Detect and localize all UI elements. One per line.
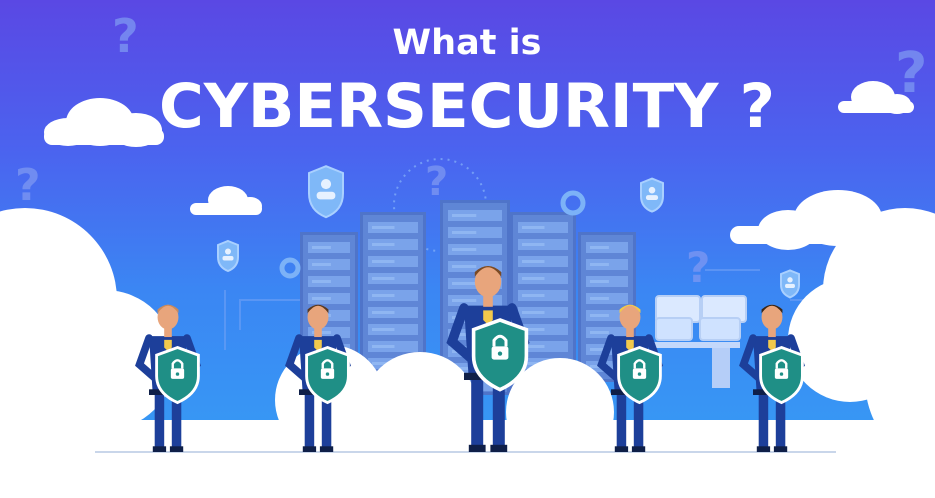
title-line-2: CYBERSECURITY ? — [159, 71, 775, 142]
user-shield-icon — [308, 165, 344, 219]
scene-svg: ? ? ? ? ? What is CYBERSECURITY ? — [0, 9, 935, 498]
title-line-1: What is — [393, 23, 542, 63]
monitor-icon — [655, 317, 693, 341]
cloud-icon — [44, 98, 164, 147]
shield-lock-icon — [471, 318, 529, 392]
workstation — [650, 295, 747, 388]
hero-illustration: ? ? ? ? ? What is CYBERSECURITY ? — [0, 0, 935, 498]
shield-lock-icon — [305, 345, 350, 405]
question-mark-icon: ? — [425, 159, 448, 205]
question-mark-icon: ? — [686, 243, 710, 292]
shield-lock-icon — [759, 345, 804, 405]
user-shield-icon — [780, 269, 800, 299]
shield-lock-icon — [155, 345, 200, 405]
user-shield-icon — [217, 239, 239, 273]
question-mark-icon: ? — [15, 160, 41, 211]
question-mark-icon: ? — [112, 9, 139, 63]
monitor-icon — [699, 317, 741, 341]
shield-lock-icon — [617, 345, 662, 405]
cloud-icon — [190, 186, 262, 215]
user-shield-icon — [640, 177, 664, 213]
